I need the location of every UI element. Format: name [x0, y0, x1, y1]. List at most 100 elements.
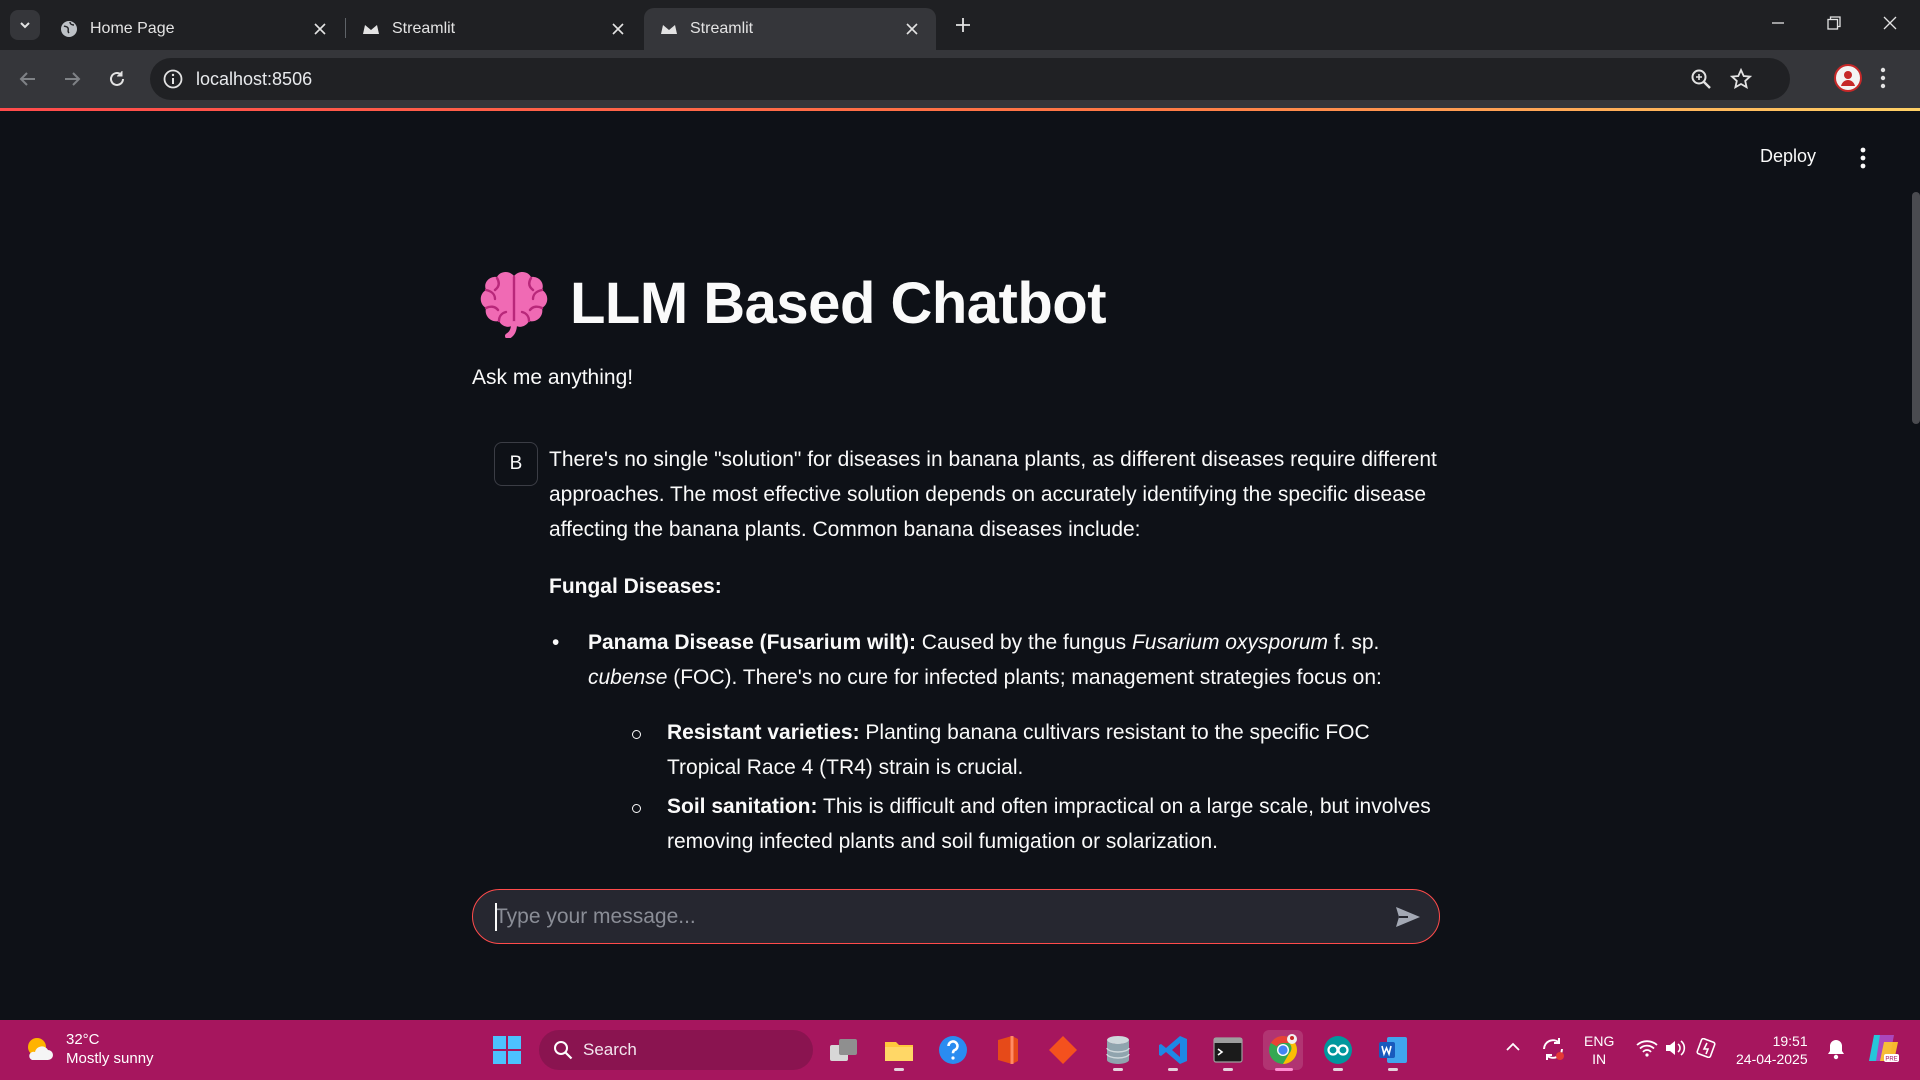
zoom-icon[interactable] [1690, 68, 1712, 95]
close-window-button[interactable] [1862, 0, 1918, 46]
volume-icon[interactable] [1664, 1038, 1686, 1063]
chat-input-box[interactable] [472, 889, 1440, 944]
get-help-app[interactable] [933, 1030, 973, 1070]
page-title-row: LLM Based Chatbot [478, 268, 1107, 339]
list-item-bold: Soil sanitation: [667, 795, 818, 818]
message-heading: Fungal Diseases: [549, 575, 722, 598]
language-code: ENG [1584, 1033, 1615, 1049]
list-item-text: (FOC). There's no cure for infected plan… [667, 666, 1382, 689]
region-code: IN [1592, 1051, 1607, 1067]
windows-logo-icon [493, 1036, 521, 1064]
page-scrollbar[interactable] [1912, 192, 1920, 424]
tab-close-icon[interactable] [608, 19, 628, 39]
clock-time: 19:51 [1772, 1033, 1808, 1049]
partly-sunny-icon [24, 1034, 54, 1064]
url-text[interactable]: localhost:8506 [196, 69, 312, 90]
list-item-text: f. sp. [1328, 631, 1380, 654]
tab-close-icon[interactable] [902, 19, 922, 39]
arduino-app[interactable] [1318, 1030, 1358, 1071]
running-indicator [1333, 1068, 1343, 1071]
browser-tab-strip: Home Page Streamlit Streamlit [0, 0, 1920, 50]
battery-charging-icon[interactable] [1696, 1037, 1718, 1063]
send-icon[interactable] [1395, 905, 1421, 934]
task-view-button[interactable] [824, 1030, 864, 1070]
tab-streamlit-active[interactable]: Streamlit [644, 8, 936, 50]
minimize-icon [1772, 22, 1784, 24]
tab-streamlit[interactable]: Streamlit [346, 8, 642, 50]
wifi-icon[interactable] [1636, 1038, 1658, 1063]
forward-button[interactable] [58, 65, 86, 93]
tab-title: Streamlit [690, 20, 754, 37]
reload-button[interactable] [103, 65, 131, 93]
tab-home-page[interactable]: Home Page [44, 8, 344, 50]
deploy-button[interactable]: Deploy [1760, 146, 1816, 167]
vscode-app[interactable] [1153, 1030, 1193, 1071]
terminal-icon [1213, 1037, 1243, 1063]
taskbar-search[interactable]: Search [539, 1030, 813, 1070]
svg-text:PRE: PRE [1885, 1057, 1897, 1063]
windows-taskbar: 32°C Mostly sunny Search ENG IN 19:51 24… [0, 1020, 1920, 1080]
running-indicator [1223, 1068, 1233, 1071]
restore-button[interactable] [1806, 0, 1862, 46]
list-item: Resistant varieties: Planting banana cul… [588, 715, 1439, 785]
weather-temperature: 32°C [66, 1031, 100, 1048]
database-app[interactable] [1098, 1030, 1138, 1071]
arrow-left-icon [19, 72, 35, 86]
profile-avatar[interactable] [1834, 64, 1862, 92]
system-clock[interactable]: 19:51 24-04-2025 [1736, 1032, 1808, 1068]
site-info-icon[interactable] [162, 68, 184, 90]
word-icon [1379, 1037, 1407, 1063]
search-label: Search [583, 1040, 637, 1059]
back-button[interactable] [14, 65, 42, 93]
streamlit-crown-icon [362, 20, 380, 38]
new-tab-button[interactable] [950, 12, 976, 38]
terminal-app[interactable] [1208, 1030, 1248, 1071]
chrome-app[interactable] [1263, 1030, 1303, 1071]
git-app[interactable] [1043, 1030, 1083, 1070]
tab-search-button[interactable] [10, 10, 40, 40]
running-indicator [894, 1068, 904, 1071]
minimize-button[interactable] [1750, 0, 1806, 46]
browser-toolbar: localhost:8506 [0, 50, 1920, 108]
tab-title: Streamlit [392, 20, 456, 37]
input-language-indicator[interactable]: ENG IN [1584, 1032, 1614, 1068]
bookmark-star-icon[interactable] [1729, 67, 1753, 95]
tab-close-icon[interactable] [310, 19, 330, 39]
word-app[interactable] [1373, 1030, 1413, 1071]
chrome-icon [1269, 1034, 1297, 1064]
office-app[interactable] [988, 1030, 1028, 1070]
close-icon [1883, 16, 1897, 30]
file-explorer-app[interactable] [879, 1030, 919, 1071]
office-icon [998, 1036, 1018, 1064]
list-item-italic: cubense [588, 666, 668, 689]
page-subtitle: Ask me anything! [472, 366, 634, 389]
git-diamond-icon [1049, 1036, 1077, 1064]
assistant-avatar: B [494, 442, 538, 486]
text-caret [495, 903, 497, 931]
app-main-menu-button[interactable] [1860, 146, 1866, 175]
chevron-down-icon [20, 22, 30, 29]
weather-description: Mostly sunny [66, 1050, 154, 1067]
address-bar[interactable]: localhost:8506 [150, 58, 1790, 100]
list-item-text: Caused by the fungus [915, 631, 1132, 654]
list-item-bold: Resistant varieties: [667, 721, 860, 744]
vscode-icon [1159, 1036, 1187, 1064]
more-vertical-icon [1860, 147, 1866, 169]
disease-list: Panama Disease (Fusarium wilt): Caused b… [549, 625, 1439, 859]
task-view-icon [830, 1039, 857, 1061]
globe-icon [60, 20, 78, 38]
running-indicator [1113, 1068, 1123, 1071]
notification-bell-icon[interactable] [1826, 1038, 1846, 1065]
list-item: Soil sanitation: This is difficult and o… [588, 789, 1439, 859]
sync-icon[interactable] [1540, 1036, 1566, 1067]
clock-date: 24-04-2025 [1736, 1051, 1808, 1067]
list-item: Panama Disease (Fusarium wilt): Caused b… [549, 625, 1439, 859]
copilot-icon[interactable]: PRE [1866, 1032, 1900, 1069]
start-button[interactable] [487, 1030, 527, 1070]
chat-input[interactable] [495, 900, 1355, 934]
weather-widget[interactable]: 32°C Mostly sunny [24, 1030, 154, 1068]
browser-menu-button[interactable] [1880, 66, 1886, 95]
database-icon [1106, 1036, 1130, 1064]
show-hidden-icons-button[interactable] [1504, 1038, 1522, 1061]
running-indicator [1388, 1068, 1398, 1071]
